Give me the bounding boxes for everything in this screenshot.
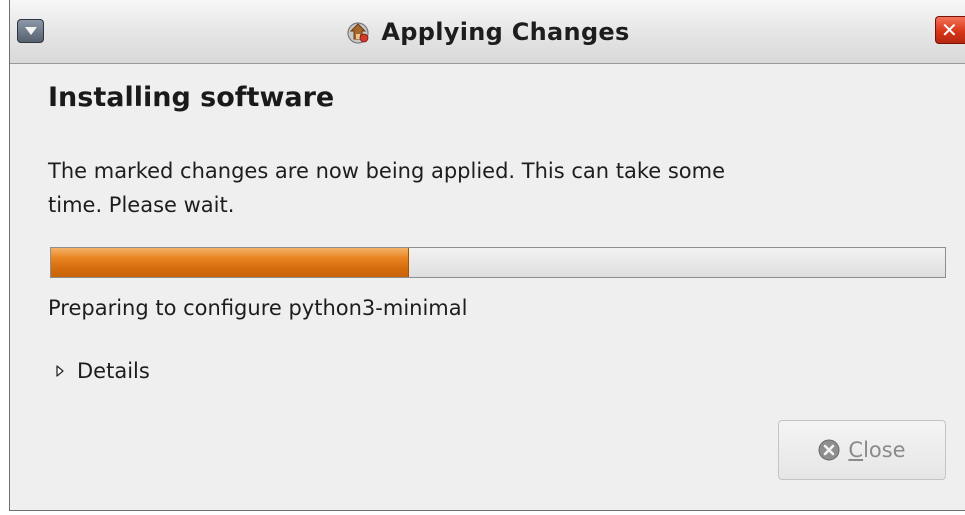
close-mnemonic: C <box>848 438 864 462</box>
title-area: Applying Changes <box>10 0 965 64</box>
title-bar[interactable]: Applying Changes ✕ <box>10 0 965 64</box>
close-button-label: Close <box>848 438 905 462</box>
dialog-content: Installing software The marked changes a… <box>10 64 965 510</box>
package-installer-icon <box>347 22 370 44</box>
close-circle-icon <box>818 439 840 461</box>
description-text: The marked changes are now being applied… <box>48 159 726 217</box>
expander-arrow-icon <box>56 365 64 377</box>
window-close-button[interactable]: ✕ <box>935 16 965 44</box>
details-label: Details <box>77 359 150 383</box>
close-button[interactable]: Close <box>778 420 946 480</box>
progress-bar-fill <box>51 248 409 277</box>
close-label-rest: lose <box>863 438 906 462</box>
window-title: Applying Changes <box>381 18 630 46</box>
status-text: Preparing to configure python3-minimal <box>48 296 468 320</box>
page-title: Installing software <box>48 82 335 113</box>
dialog-window: Applying Changes ✕ Installing software T… <box>9 0 965 511</box>
progress-bar <box>50 247 946 278</box>
details-expander[interactable]: Details <box>55 359 150 383</box>
close-x-icon: ✕ <box>941 18 958 42</box>
